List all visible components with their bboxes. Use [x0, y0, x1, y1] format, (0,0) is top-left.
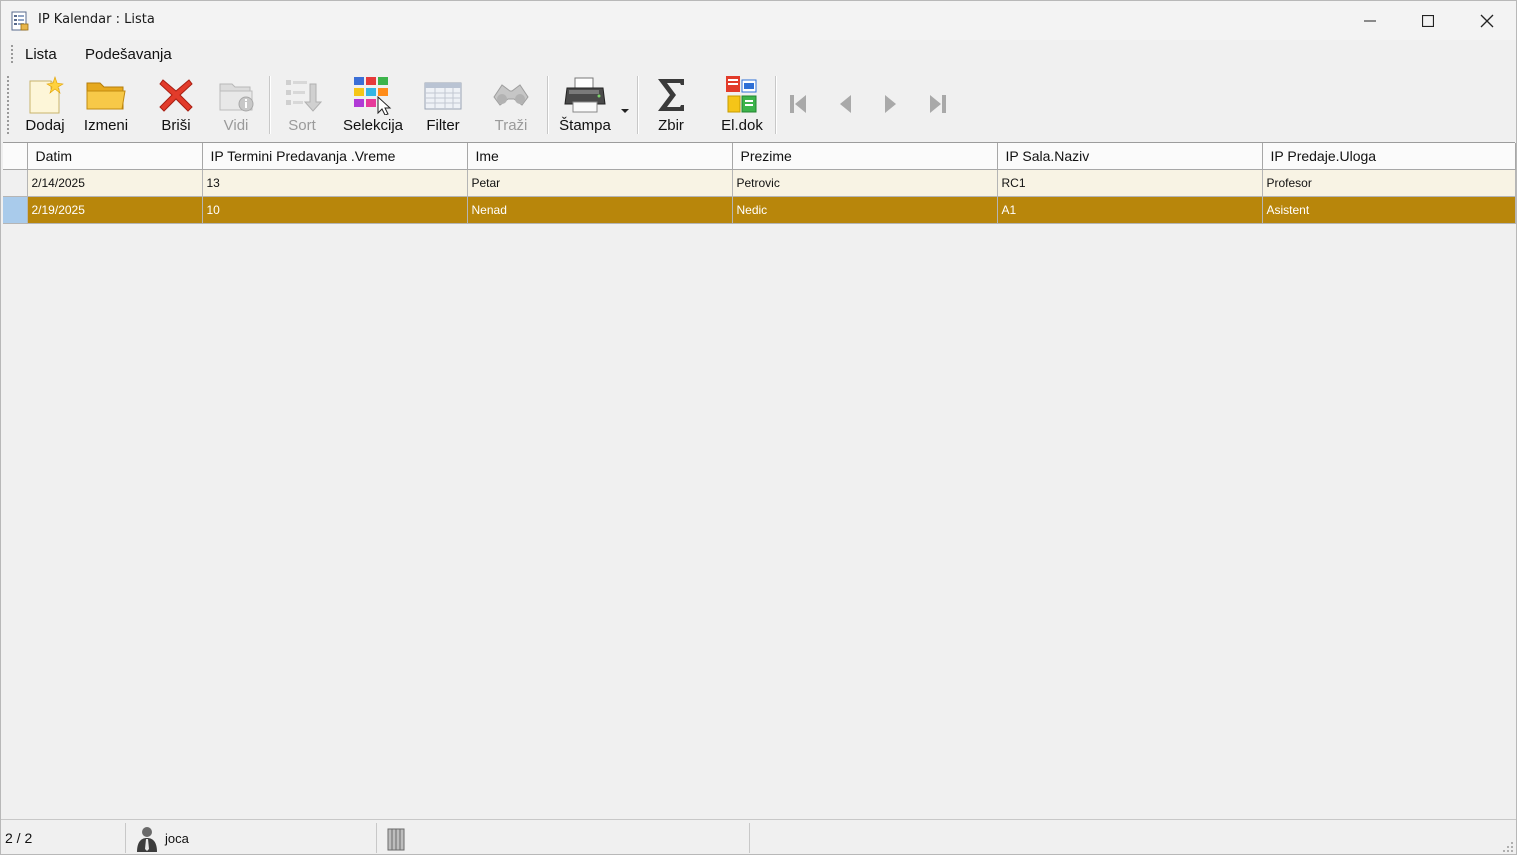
column-header[interactable]: IP Sala.Naziv — [997, 143, 1263, 170]
header-row: Datim IP Termini Predavanja .Vreme Ime P… — [3, 143, 1516, 170]
toolbar: Dodaj Izmeni Briši Vidi Sort Selekcija F… — [1, 70, 1516, 141]
selection-grid-icon — [354, 77, 392, 115]
toolbar-separator — [775, 76, 777, 134]
toolbar-separator — [547, 76, 549, 134]
table-cell[interactable]: Profesor — [1262, 169, 1516, 197]
status-bar: 2 / 2 joca — [1, 819, 1516, 854]
table-row[interactable]: 2/14/2025 13 Petar Petrovic RC1 Profesor — [3, 169, 1516, 197]
app-list-icon — [11, 11, 29, 31]
maximize-button[interactable] — [1399, 1, 1457, 40]
table-row-selected[interactable]: 2/19/2025 10 Nenad Nedic A1 Asistent — [3, 196, 1516, 224]
delete-x-icon — [159, 79, 193, 112]
table-cell[interactable]: 10 — [202, 196, 468, 224]
row-indicator[interactable] — [3, 169, 28, 197]
record-position: 2 / 2 — [5, 830, 33, 846]
table-cell[interactable]: Petrovic — [732, 169, 998, 197]
electronic-document-icon — [726, 76, 757, 113]
edit-button[interactable]: Izmeni — [83, 74, 129, 136]
selection-button[interactable]: Selekcija — [342, 74, 404, 136]
minimize-icon — [1364, 20, 1376, 21]
folder-info-icon — [219, 83, 254, 112]
toolbar-separator — [637, 76, 639, 134]
user-icon — [137, 827, 157, 852]
table-cell[interactable]: Nenad — [467, 196, 733, 224]
records-table: Datim IP Termini Predavanja .Vreme Ime P… — [3, 143, 1516, 224]
filter-table-icon — [424, 82, 462, 110]
menu-grip[interactable] — [11, 45, 13, 65]
resize-grip-icon[interactable] — [1502, 841, 1514, 853]
status-panel-db — [377, 823, 750, 853]
row-indicator-header — [3, 143, 28, 170]
close-icon — [1480, 14, 1494, 27]
folder-open-icon — [86, 82, 126, 110]
sort-icon — [286, 80, 322, 112]
table-cell[interactable]: 2/19/2025 — [27, 196, 203, 224]
maximize-icon — [1422, 14, 1434, 27]
table-cell[interactable]: Asistent — [1262, 196, 1516, 224]
close-button[interactable] — [1458, 1, 1516, 40]
delete-label: Briši — [161, 117, 191, 134]
sigma-icon — [658, 79, 684, 111]
table-cell[interactable]: A1 — [997, 196, 1263, 224]
filter-button[interactable]: Filter — [420, 74, 466, 136]
table-cell[interactable]: 2/14/2025 — [27, 169, 203, 197]
column-header[interactable]: IP Predaje.Uloga — [1262, 143, 1516, 170]
view-label: Vidi — [223, 117, 249, 134]
add-label: Dodaj — [25, 117, 65, 134]
row-indicator[interactable] — [3, 196, 28, 224]
menu-podesavanja[interactable]: Podešavanja — [85, 46, 172, 63]
user-name: joca — [165, 831, 189, 846]
sum-button[interactable]: Zbir — [648, 74, 694, 136]
toolbar-grip[interactable] — [7, 76, 9, 134]
data-grid[interactable]: Datim IP Termini Predavanja .Vreme Ime P… — [3, 142, 1516, 819]
database-icon — [387, 828, 405, 851]
print-button[interactable]: Štampa — [557, 74, 613, 136]
filter-label: Filter — [426, 117, 460, 134]
minimize-button[interactable] — [1341, 1, 1399, 40]
print-label: Štampa — [559, 117, 611, 134]
window-title: IP Kalendar : Lista — [38, 12, 155, 27]
last-record-icon[interactable] — [926, 92, 950, 116]
menu-bar: Lista Podešavanja — [1, 41, 1516, 69]
status-panel-user: joca — [126, 823, 377, 853]
el-doc-label: El.dok — [721, 117, 763, 134]
title-bar: IP Kalendar : Lista — [1, 1, 1516, 40]
table-cell[interactable]: Petar — [467, 169, 733, 197]
column-header[interactable]: Ime — [467, 143, 733, 170]
sort-label: Sort — [288, 117, 316, 134]
delete-button[interactable]: Briši — [153, 74, 199, 136]
printer-icon — [564, 77, 606, 113]
table-cell[interactable]: RC1 — [997, 169, 1263, 197]
app-window: IP Kalendar : Lista Lista Podešavanja Do… — [0, 0, 1517, 855]
menu-lista[interactable]: Lista — [25, 46, 57, 63]
el-doc-button[interactable]: El.dok — [717, 74, 767, 136]
edit-label: Izmeni — [83, 117, 129, 134]
sort-button[interactable]: Sort — [279, 74, 325, 136]
next-record-icon[interactable] — [878, 92, 902, 116]
chevron-down-icon — [621, 109, 629, 113]
status-panel-position: 2 / 2 — [1, 823, 126, 853]
add-button[interactable]: Dodaj — [22, 74, 68, 136]
binoculars-icon — [493, 84, 529, 106]
new-document-icon — [29, 76, 64, 114]
search-label: Traži — [494, 117, 528, 134]
table-cell[interactable]: 13 — [202, 169, 468, 197]
selection-label: Selekcija — [342, 117, 404, 134]
column-header[interactable]: Prezime — [732, 143, 998, 170]
previous-record-icon[interactable] — [834, 92, 858, 116]
sum-label: Zbir — [658, 117, 684, 134]
toolbar-separator — [269, 76, 271, 134]
first-record-icon[interactable] — [786, 92, 810, 116]
column-header[interactable]: IP Termini Predavanja .Vreme — [202, 143, 468, 170]
view-button[interactable]: Vidi — [213, 74, 259, 136]
print-dropdown-button[interactable] — [620, 100, 630, 113]
table-cell[interactable]: Nedic — [732, 196, 998, 224]
column-header[interactable]: Datim — [27, 143, 203, 170]
search-button[interactable]: Traži — [488, 74, 534, 136]
